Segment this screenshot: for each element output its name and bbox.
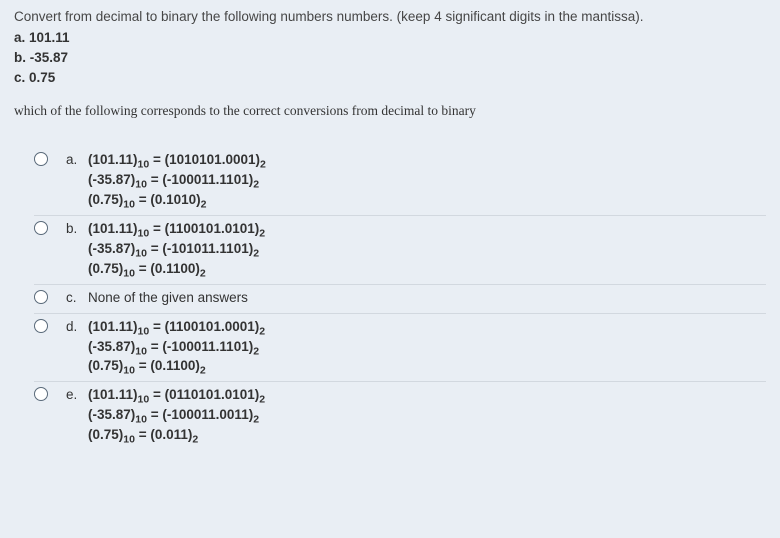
- given-b: b. -35.87: [14, 49, 766, 68]
- radio-icon[interactable]: [34, 221, 48, 235]
- option-letter: c.: [66, 289, 88, 308]
- question-subprompt: which of the following corresponds to th…: [14, 102, 766, 121]
- option-letter: e.: [66, 386, 88, 405]
- option-b[interactable]: b. (101.11)10 = (1100101.0101)2 (-35.87)…: [34, 215, 766, 284]
- given-numbers: a. 101.11 b. -35.87 c. 0.75: [14, 29, 766, 88]
- radio-icon[interactable]: [34, 290, 48, 304]
- question-intro: Convert from decimal to binary the follo…: [14, 8, 766, 27]
- option-c[interactable]: c. None of the given answers: [34, 284, 766, 313]
- radio-icon[interactable]: [34, 152, 48, 166]
- option-body: (101.11)10 = (1100101.0001)2 (-35.87)10 …: [88, 318, 766, 378]
- given-a: a. 101.11: [14, 29, 766, 48]
- conversion-line: (0.75)10 = (0.1010)2: [88, 191, 766, 210]
- conversion-line: (101.11)10 = (1100101.0001)2: [88, 318, 766, 337]
- option-letter: a.: [66, 151, 88, 170]
- conversion-line: (-35.87)10 = (-100011.0011)2: [88, 406, 766, 425]
- option-letter: b.: [66, 220, 88, 239]
- conversion-line: (-35.87)10 = (-101011.1101)2: [88, 240, 766, 259]
- conversion-line: (-35.87)10 = (-100011.1101)2: [88, 338, 766, 357]
- conversion-line: (0.75)10 = (0.1100)2: [88, 357, 766, 376]
- option-letter: d.: [66, 318, 88, 337]
- option-a[interactable]: a. (101.11)10 = (1010101.0001)2 (-35.87)…: [34, 146, 766, 215]
- conversion-line: (101.11)10 = (1100101.0101)2: [88, 220, 766, 239]
- conversion-line: (101.11)10 = (1010101.0001)2: [88, 151, 766, 170]
- radio-icon[interactable]: [34, 387, 48, 401]
- conversion-line: (101.11)10 = (0110101.0101)2: [88, 386, 766, 405]
- options-group: a. (101.11)10 = (1010101.0001)2 (-35.87)…: [14, 146, 766, 450]
- option-d[interactable]: d. (101.11)10 = (1100101.0001)2 (-35.87)…: [34, 313, 766, 382]
- option-body: None of the given answers: [88, 289, 766, 309]
- conversion-line: (0.75)10 = (0.1100)2: [88, 260, 766, 279]
- option-text: None of the given answers: [88, 289, 766, 308]
- conversion-line: (-35.87)10 = (-100011.1101)2: [88, 171, 766, 190]
- conversion-line: (0.75)10 = (0.011)2: [88, 426, 766, 445]
- option-body: (101.11)10 = (1010101.0001)2 (-35.87)10 …: [88, 151, 766, 211]
- option-body: (101.11)10 = (0110101.0101)2 (-35.87)10 …: [88, 386, 766, 446]
- given-c: c. 0.75: [14, 69, 766, 88]
- option-body: (101.11)10 = (1100101.0101)2 (-35.87)10 …: [88, 220, 766, 280]
- option-e[interactable]: e. (101.11)10 = (0110101.0101)2 (-35.87)…: [34, 381, 766, 450]
- radio-icon[interactable]: [34, 319, 48, 333]
